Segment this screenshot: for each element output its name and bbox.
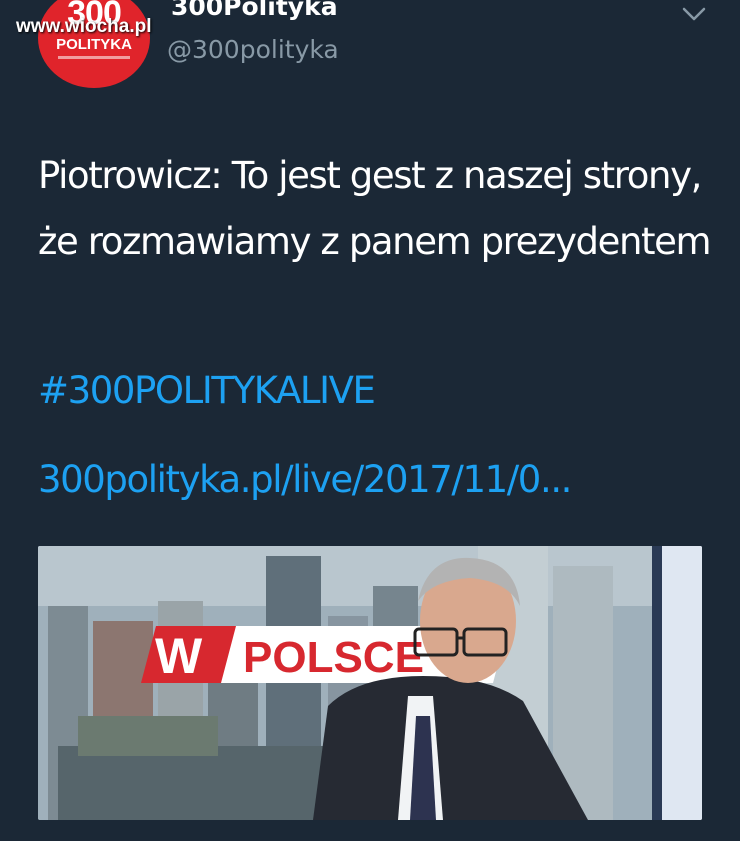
- banner-w: W: [155, 628, 203, 684]
- user-handle[interactable]: @300polityka: [167, 35, 339, 64]
- avatar[interactable]: 300 POLITYKA: [38, 0, 150, 88]
- media-image[interactable]: W POLSCE: [38, 546, 702, 820]
- avatar-label: POLITYKA: [56, 36, 132, 53]
- display-name[interactable]: 300Polityka: [171, 0, 338, 21]
- chevron-down-icon[interactable]: [680, 4, 708, 24]
- hashtag-link[interactable]: #300POLITYKALIVE: [38, 369, 376, 412]
- url-link[interactable]: 300polityka.pl/live/2017/11/0...: [38, 458, 572, 501]
- tweet-text: Piotrowicz: To jest gest z naszej strony…: [38, 154, 712, 263]
- tweet-header: 300 POLITYKA www.wiocha.pl 300Polityka @…: [0, 0, 740, 100]
- avatar-divider: [58, 56, 130, 59]
- banner-text: POLSCE: [243, 633, 424, 682]
- watermark: www.wiocha.pl: [16, 16, 152, 37]
- tv-still-image: W POLSCE: [38, 546, 702, 820]
